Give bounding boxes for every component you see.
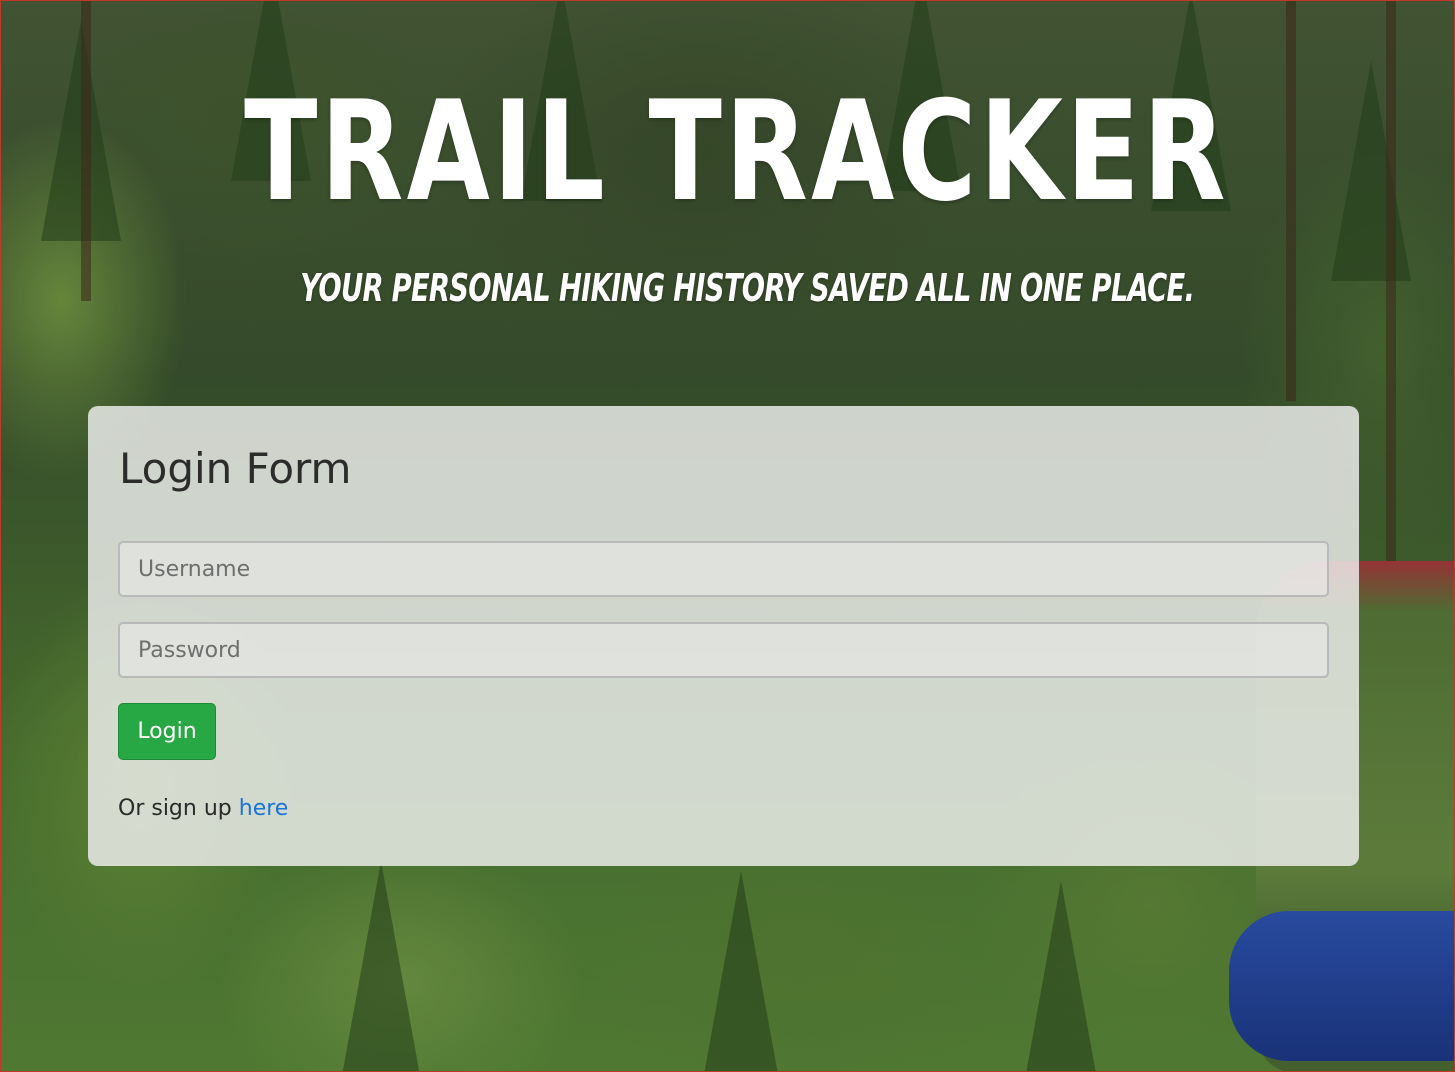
login-form: Login Form Login Or sign up here [88, 406, 1359, 866]
username-input[interactable] [118, 541, 1329, 597]
signup-link[interactable]: here [239, 796, 289, 821]
signup-prompt-text: Or sign up [118, 796, 232, 821]
password-input[interactable] [118, 622, 1329, 678]
login-form-heading: Login Form [119, 444, 352, 493]
signup-prompt: Or sign up here [118, 796, 288, 821]
page-subtitle: YOUR PERSONAL HIKING HISTORY SAVED ALL I… [300, 266, 1195, 310]
page-title: TRAIL TRACKER [244, 71, 1229, 232]
login-button[interactable]: Login [118, 703, 216, 760]
